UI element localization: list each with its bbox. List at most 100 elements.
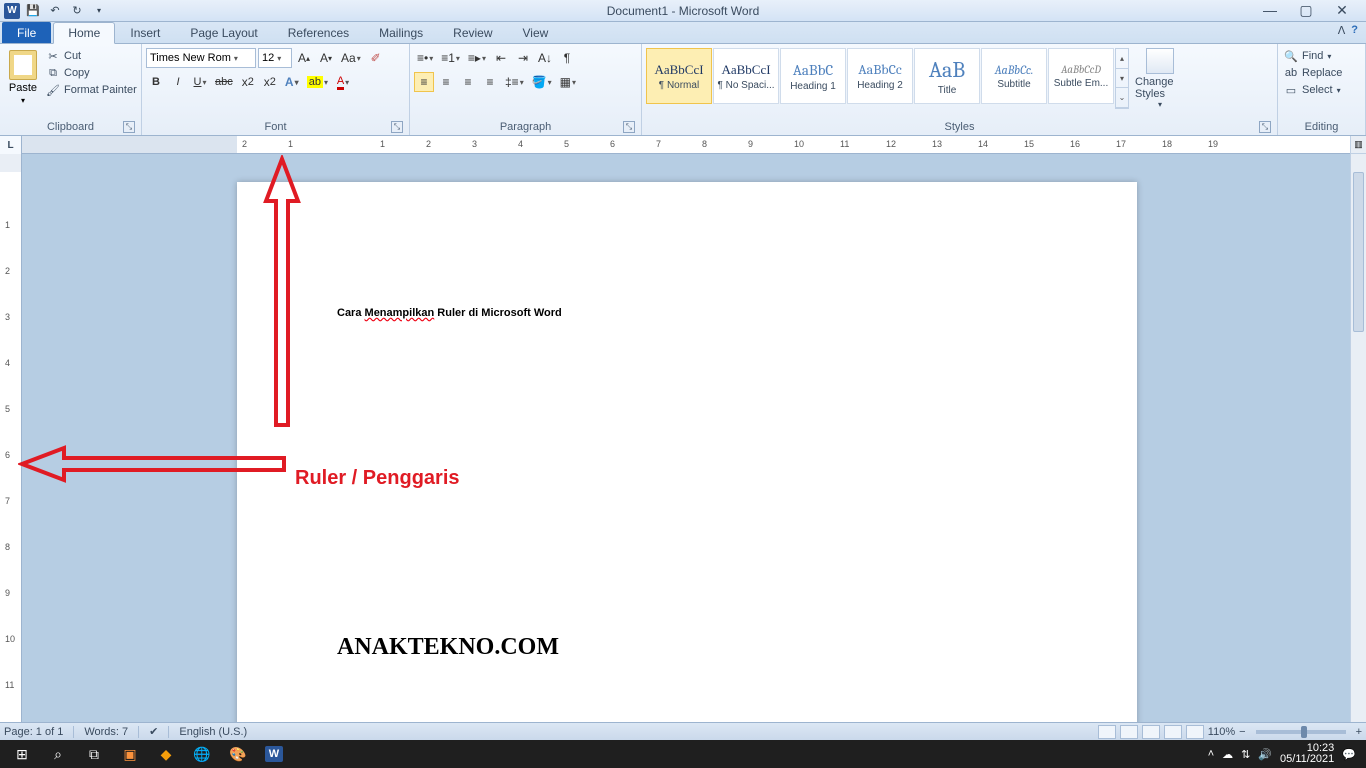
show-marks-button[interactable]: ¶	[557, 48, 577, 68]
tab-page-layout[interactable]: Page Layout	[175, 22, 272, 43]
tab-mailings[interactable]: Mailings	[364, 22, 438, 43]
view-print-layout[interactable]	[1098, 725, 1116, 739]
copy-button[interactable]: ⧉Copy	[46, 66, 137, 80]
font-color-button[interactable]: A	[333, 72, 353, 92]
align-center-button[interactable]: ≡	[436, 72, 456, 92]
taskbar-app-paint[interactable]: 🎨	[220, 740, 256, 768]
shading-button[interactable]: 🪣	[529, 72, 555, 92]
change-styles-button[interactable]: Change Styles▾	[1135, 48, 1185, 109]
numbering-button[interactable]: ≡1	[438, 48, 463, 68]
taskbar-app-xampp[interactable]: ▣	[112, 740, 148, 768]
shrink-font-button[interactable]: A▾	[316, 48, 336, 68]
format-painter-button[interactable]: 🖌Format Painter	[46, 83, 137, 97]
document-heading[interactable]: Cara Menampilkan Ruler di Microsoft Word	[337, 292, 1037, 324]
tray-wifi-icon[interactable]: ⇅	[1241, 748, 1250, 761]
view-full-screen[interactable]	[1120, 725, 1138, 739]
taskbar-app-chrome[interactable]: 🌐	[184, 740, 220, 768]
change-case-button[interactable]: Aa	[338, 48, 364, 68]
underline-button[interactable]: U	[190, 72, 210, 92]
redo-button[interactable]: ↻	[68, 2, 86, 20]
subscript-button[interactable]: x2	[238, 72, 258, 92]
status-language[interactable]: English (U.S.)	[179, 726, 247, 738]
save-button[interactable]: 💾	[24, 2, 42, 20]
bold-button[interactable]: B	[146, 72, 166, 92]
highlight-button[interactable]: ab	[304, 72, 331, 92]
tab-view[interactable]: View	[508, 22, 564, 43]
tab-review[interactable]: Review	[438, 22, 507, 43]
tray-onedrive-icon[interactable]: ☁	[1222, 748, 1233, 761]
font-dialog-icon[interactable]: ⤡	[391, 121, 403, 133]
style-heading2[interactable]: AaBbCcHeading 2	[847, 48, 913, 104]
italic-button[interactable]: I	[168, 72, 188, 92]
tray-clock[interactable]: 10:2305/11/2021	[1280, 743, 1334, 765]
clear-formatting-button[interactable]: ✐	[366, 48, 386, 68]
view-outline[interactable]	[1164, 725, 1182, 739]
multilevel-button[interactable]: ≡▸	[465, 48, 489, 68]
start-button[interactable]: ⊞	[4, 740, 40, 768]
tray-volume-icon[interactable]: 🔊	[1258, 748, 1272, 761]
increase-indent-button[interactable]: ⇥	[513, 48, 533, 68]
styles-dialog-icon[interactable]: ⤡	[1259, 121, 1271, 133]
search-button[interactable]: ⌕	[40, 740, 76, 768]
align-right-button[interactable]: ≡	[458, 72, 478, 92]
tab-selector[interactable]: L	[0, 136, 22, 154]
undo-button[interactable]: ↶	[46, 2, 64, 20]
tab-insert[interactable]: Insert	[115, 22, 175, 43]
superscript-button[interactable]: x2	[260, 72, 280, 92]
taskbar-app-word[interactable]: W	[256, 740, 292, 768]
zoom-slider[interactable]	[1256, 730, 1346, 734]
tab-references[interactable]: References	[273, 22, 364, 43]
zoom-out-button[interactable]: −	[1239, 726, 1245, 738]
maximize-button[interactable]: ▢	[1294, 2, 1318, 19]
paragraph-dialog-icon[interactable]: ⤡	[623, 121, 635, 133]
justify-button[interactable]: ≡	[480, 72, 500, 92]
sort-button[interactable]: A↓	[535, 48, 555, 68]
status-page[interactable]: Page: 1 of 1	[4, 726, 63, 738]
task-view-button[interactable]: ⧉	[76, 740, 112, 768]
font-name-combo[interactable]: Times New Rom▾	[146, 48, 256, 68]
qat-customize[interactable]: ▾	[90, 2, 108, 20]
replace-button[interactable]: abReplace	[1284, 66, 1342, 80]
tray-chevron-icon[interactable]: ˄	[1208, 748, 1214, 760]
bullets-button[interactable]: ≡•	[414, 48, 436, 68]
select-button[interactable]: ▭Select ▾	[1284, 83, 1342, 97]
strikethrough-button[interactable]: abc	[212, 72, 236, 92]
decrease-indent-button[interactable]: ⇤	[491, 48, 511, 68]
cut-button[interactable]: ✂Cut	[46, 49, 137, 63]
view-web-layout[interactable]	[1142, 725, 1160, 739]
tab-file[interactable]: File	[2, 22, 51, 43]
align-left-button[interactable]: ≡	[414, 72, 434, 92]
borders-button[interactable]: ▦	[557, 72, 579, 92]
vertical-ruler[interactable]: 123456789101112	[0, 154, 22, 722]
paste-button[interactable]: Paste ▾	[4, 46, 42, 105]
page[interactable]: Cara Menampilkan Ruler di Microsoft Word…	[237, 182, 1137, 722]
style-no-spacing[interactable]: AaBbCcI¶ No Spaci...	[713, 48, 779, 104]
horizontal-ruler[interactable]: 2112345678910111213141516171819	[22, 136, 1366, 153]
tab-home[interactable]: Home	[53, 22, 115, 44]
ruler-toggle-button[interactable]: ▥	[1350, 136, 1366, 154]
grow-font-button[interactable]: A▴	[294, 48, 314, 68]
style-title[interactable]: AaBTitle	[914, 48, 980, 104]
taskbar-app-sublime[interactable]: ◆	[148, 740, 184, 768]
style-normal[interactable]: AaBbCcI¶ Normal	[646, 48, 712, 104]
status-words[interactable]: Words: 7	[84, 726, 128, 738]
minimize-ribbon-button[interactable]: ᐱ	[1338, 24, 1346, 37]
style-subtitle[interactable]: AaBbCc.Subtitle	[981, 48, 1047, 104]
find-button[interactable]: 🔍Find ▾	[1284, 49, 1342, 63]
help-button[interactable]: ?	[1351, 24, 1358, 37]
font-size-combo[interactable]: 12▾	[258, 48, 292, 68]
clipboard-dialog-icon[interactable]: ⤡	[123, 121, 135, 133]
zoom-in-button[interactable]: +	[1356, 726, 1362, 738]
vertical-scrollbar[interactable]	[1350, 154, 1366, 722]
minimize-button[interactable]: —	[1258, 2, 1282, 19]
view-draft[interactable]	[1186, 725, 1204, 739]
status-proof-icon[interactable]: ✔	[149, 725, 158, 738]
tray-notifications-icon[interactable]: 💬	[1342, 748, 1356, 761]
close-button[interactable]: ✕	[1330, 2, 1354, 19]
zoom-level[interactable]: 110%	[1208, 726, 1235, 738]
gallery-scroll[interactable]: ▴▾⌄	[1115, 48, 1129, 109]
document-area[interactable]: Cara Menampilkan Ruler di Microsoft Word…	[22, 154, 1350, 722]
text-effects-button[interactable]: A	[282, 72, 302, 92]
line-spacing-button[interactable]: ‡≡	[502, 72, 527, 92]
style-subtle-em[interactable]: AaBbCcDSubtle Em...	[1048, 48, 1114, 104]
